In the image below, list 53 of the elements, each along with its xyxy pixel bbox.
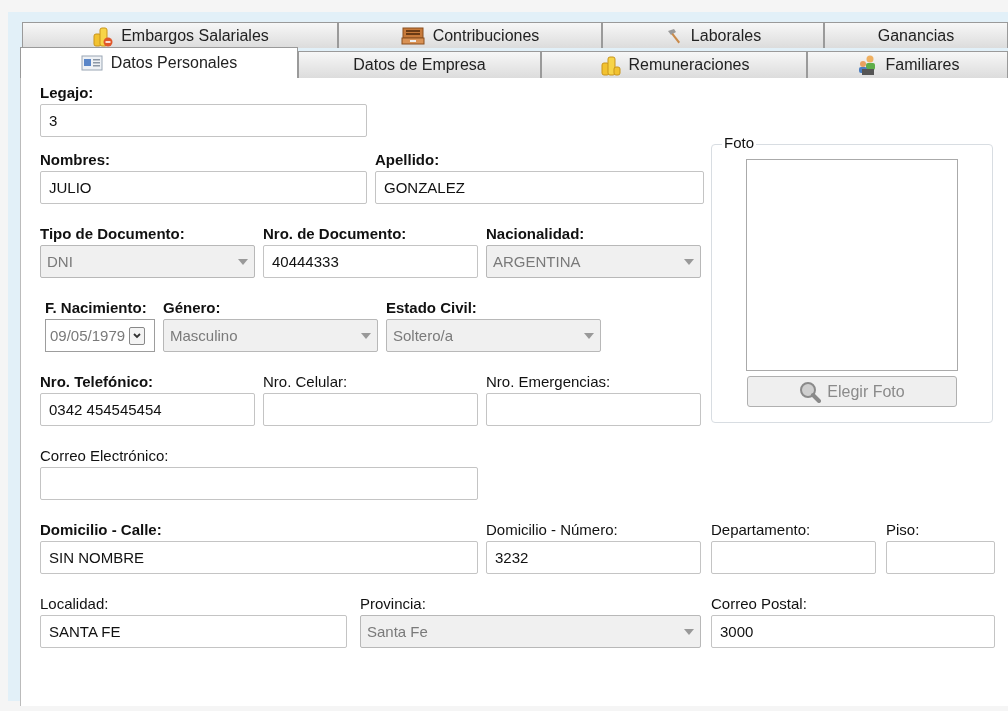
input-field[interactable] (711, 541, 876, 574)
field-label: Piso: (886, 520, 921, 539)
caret-icon (684, 628, 694, 635)
tab[interactable]: Datos de Empresa (298, 51, 541, 78)
tab[interactable]: Remuneraciones (541, 51, 807, 78)
field-label: Nro. Telefónico: (40, 372, 155, 391)
input-field[interactable] (263, 393, 478, 426)
field-label: Apellido: (375, 150, 441, 169)
tab[interactable]: Contribuciones (338, 22, 602, 48)
coins-icon (598, 54, 621, 76)
input-field[interactable]: GONZALEZ (375, 171, 704, 204)
input-field[interactable] (40, 467, 478, 500)
caret-icon (361, 332, 371, 339)
input-field[interactable]: 3000 (711, 615, 995, 648)
input-field[interactable]: 3232 (486, 541, 701, 574)
input-field[interactable]: 0342 454545454 (40, 393, 255, 426)
caret-icon (238, 258, 248, 265)
field-label: Domicilio - Calle: (40, 520, 163, 539)
field-label: Estado Civil: (386, 298, 478, 317)
field-label: Tipo de Documento: (40, 224, 186, 243)
input-field[interactable]: 3 (40, 104, 367, 137)
input-field[interactable] (486, 393, 701, 426)
field-label: Nro. de Documento: (263, 224, 408, 243)
field-label: Domicilio - Número: (486, 520, 619, 539)
tab[interactable]: Familiares (807, 51, 1008, 78)
caret-icon (584, 332, 594, 339)
tab[interactable]: Embargos Salariales (22, 22, 338, 48)
chevron-down-icon (133, 332, 142, 339)
field-label: Provincia: (360, 594, 427, 613)
input-field[interactable] (886, 541, 995, 574)
input-field[interactable]: SANTA FE (40, 615, 347, 648)
tab[interactable]: Laborales (602, 22, 824, 48)
field-label: Correo Postal: (711, 594, 808, 613)
field-label: Nacionalidad: (486, 224, 586, 243)
id-card-icon (80, 55, 103, 71)
tab[interactable]: Datos Personales (20, 47, 298, 78)
input-field[interactable]: 40444333 (263, 245, 478, 278)
field-label: Legajo: (40, 83, 95, 102)
drawer-icon (400, 25, 425, 46)
field-label: Departamento: (711, 520, 812, 539)
input-field[interactable]: SIN NOMBRE (40, 541, 478, 574)
field-label: F. Nacimiento: (44, 298, 148, 317)
field-label: Nro. Celular: (263, 372, 349, 391)
tab[interactable]: Ganancias (824, 22, 1008, 48)
field-label: Localidad: (40, 594, 110, 613)
field-label: Nombres: (40, 150, 111, 169)
field-label: Género: (163, 298, 222, 317)
field-label: Nro. Emergencias: (486, 372, 612, 391)
field-label: Correo Electrónico: (40, 446, 170, 465)
input-field[interactable]: JULIO (40, 171, 367, 204)
caret-icon (684, 258, 694, 265)
coins-minus-icon (91, 24, 114, 47)
search-icon (799, 380, 822, 403)
